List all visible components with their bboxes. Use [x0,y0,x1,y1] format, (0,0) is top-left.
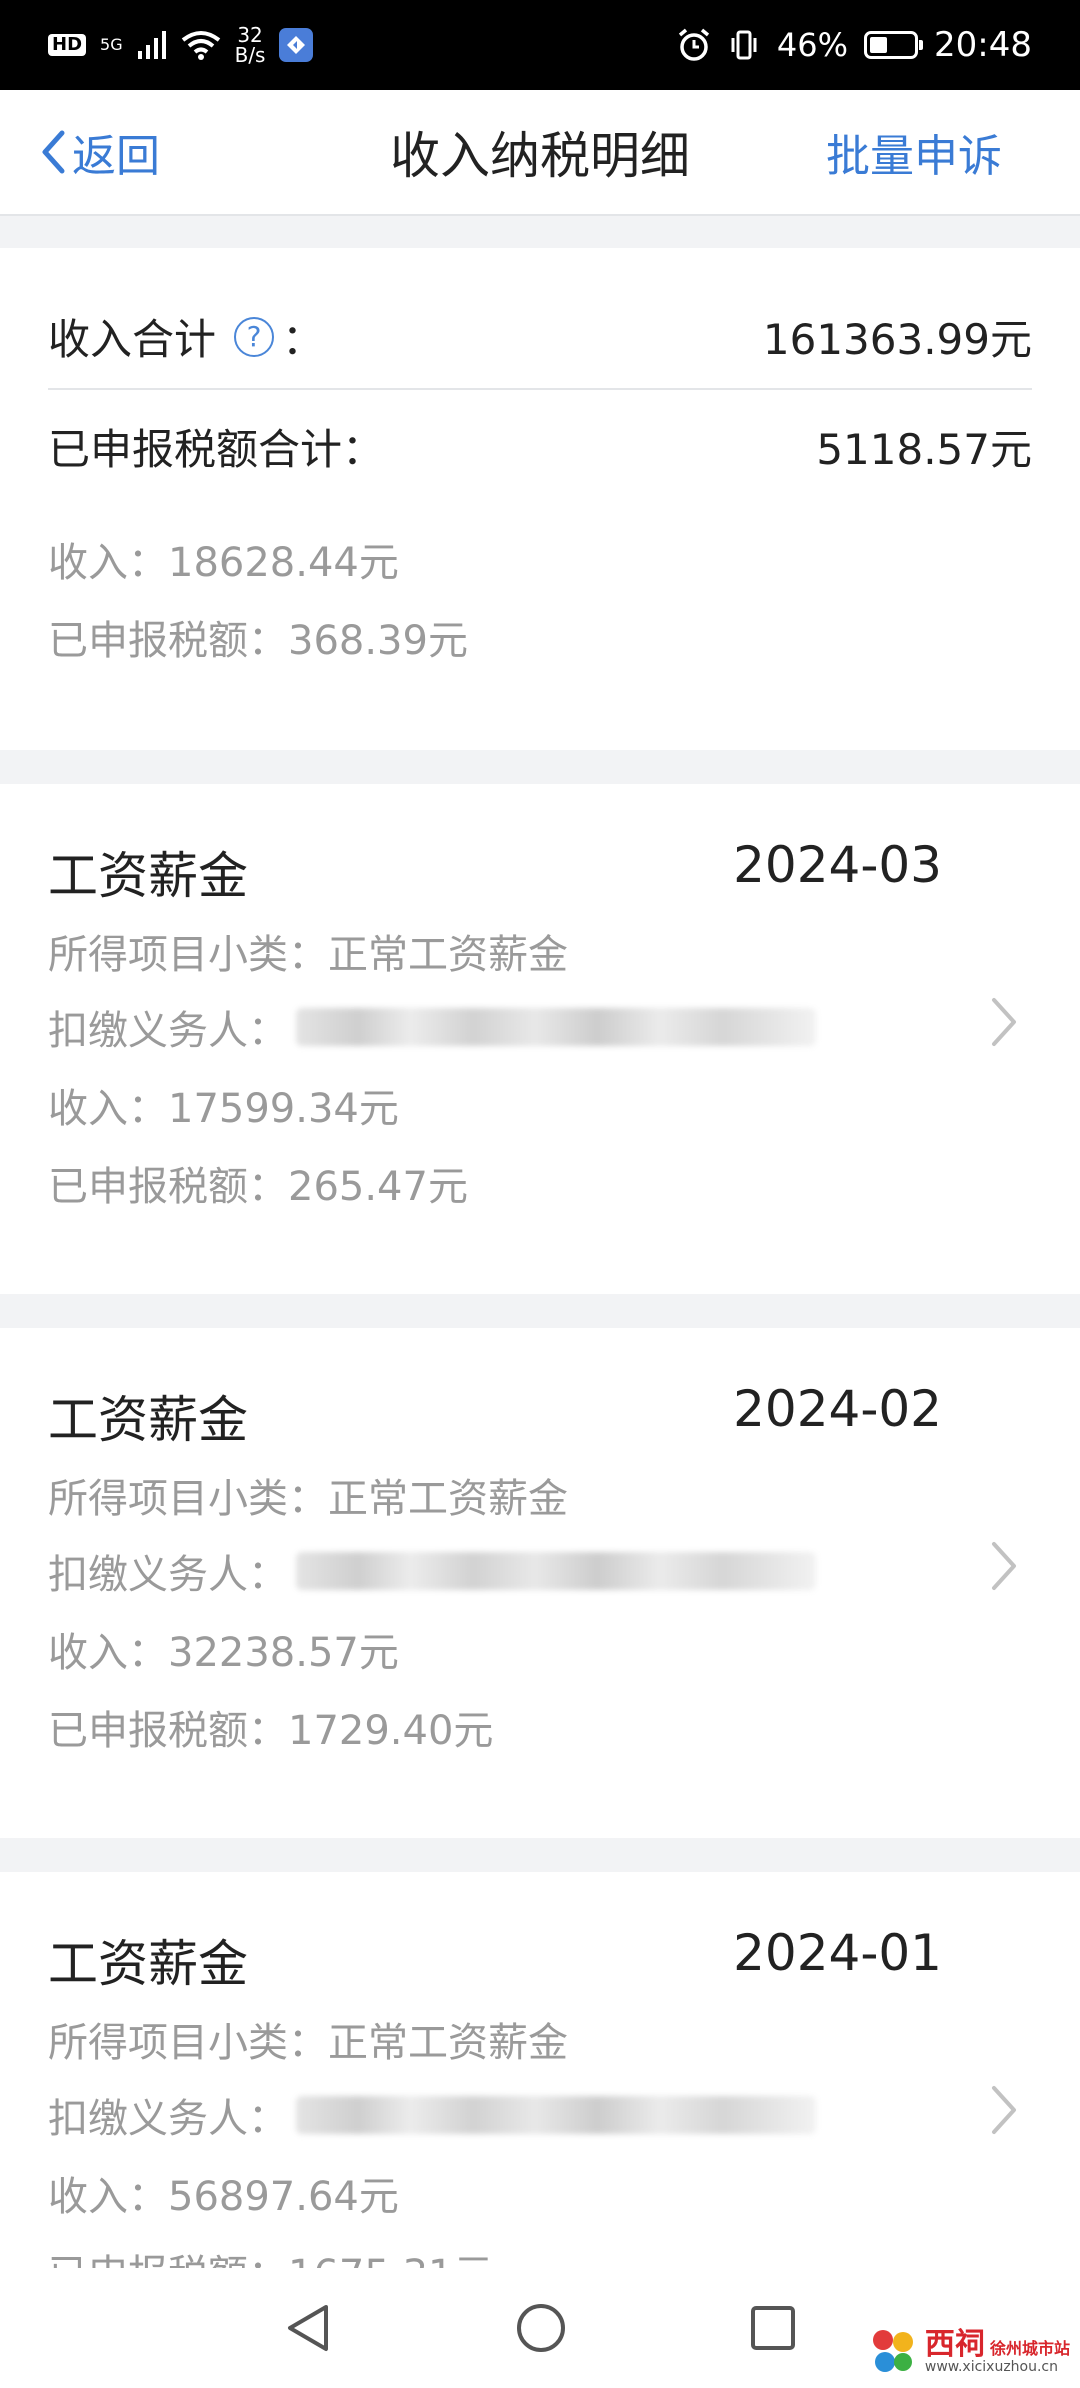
entry-tax: 已申报税额：265.47元 [48,1164,468,1210]
help-icon[interactable]: ? [234,316,275,357]
entry-title: 工资薪金 [48,847,248,905]
status-right: 46% 20:48 [677,25,1032,65]
hd-badge: HD [48,34,87,56]
income-entry[interactable]: 工资薪金 2024-03 所得项目小类：正常工资薪金 扣缴义务人： 收入：175… [0,784,1080,1294]
wifi-icon [181,31,220,60]
speed-unit: B/s [234,43,266,67]
battery-icon [864,31,924,59]
income-total-row: 收入合计 ? ： 161363.99元 [48,306,1032,367]
entry-subcategory: 所得项目小类：正常工资薪金 [48,1476,568,1522]
income-entry[interactable]: 工资薪金 2024-01 所得项目小类：正常工资薪金 扣缴义务人： 收入：568… [0,1872,1080,2298]
withholder-redacted [296,2096,816,2134]
battery-level-fill [870,37,888,53]
status-left: HD 5G 32 B/s [48,25,314,65]
entry-subcategory: 所得项目小类：正常工资薪金 [48,932,568,978]
clock: 20:48 [934,25,1032,65]
signal-icon [137,31,166,59]
entry-title: 工资薪金 [48,1935,248,1993]
summary-tax-line: 已申报税额：368.39元 [48,618,468,664]
summary-divider [48,388,1032,390]
tax-total-row: 已申报税额合计： 5118.57元 [48,416,1032,477]
entry-date: 2024-02 [733,1380,942,1438]
home-circle-icon[interactable] [514,2301,568,2355]
chevron-left-icon [42,130,65,174]
entry-withholder: 扣缴义务人： [48,2086,816,2144]
entry-date: 2024-01 [733,1924,942,1982]
recents-square-icon[interactable] [748,2303,798,2353]
summary-card: 收入合计 ? ： 161363.99元 已申报税额合计： 5118.57元 收入… [0,248,1080,750]
entry-income: 收入：32238.57元 [48,1630,399,1676]
chevron-right-icon [992,998,1016,1046]
entry-withholder: 扣缴义务人： [48,998,816,1056]
chevron-right-icon [992,2086,1016,2134]
withholder-label: 扣缴义务人： [48,2096,288,2142]
batch-appeal-button[interactable]: 批量申诉 [826,90,1002,214]
watermark-logo-icon [872,2330,913,2372]
withholder-redacted [296,1008,816,1046]
income-total-value: 161363.99元 [762,315,1032,364]
tax-total-value: 5118.57元 [816,425,1032,474]
entry-withholder: 扣缴义务人： [48,1542,816,1600]
back-triangle-icon[interactable] [282,2301,334,2355]
watermark-city: 徐州城市站 [989,2339,1070,2358]
entry-title: 工资薪金 [48,1391,248,1449]
network-type: 5G [100,35,123,54]
battery-percent: 46% [776,26,849,64]
tax-total-label: 已申报税额合计： [48,425,385,474]
summary-income-line: 收入：18628.44元 [48,540,399,586]
watermark-text: 西祠 徐州城市站 www.xicixuzhou.cn [924,2330,1070,2375]
income-entry[interactable]: 工资薪金 2024-02 所得项目小类：正常工资薪金 扣缴义务人： 收入：322… [0,1328,1080,1838]
income-total-colon: ： [282,315,325,364]
watermark-line: 西祠 徐州城市站 [925,2330,1070,2360]
withholder-redacted [296,1552,816,1590]
entry-subcategory: 所得项目小类：正常工资薪金 [48,2020,568,2066]
alarm-icon [678,28,710,61]
back-button[interactable]: 返回 [40,90,160,214]
income-total-label: 收入合计 [48,315,217,364]
entry-income: 收入：17599.34元 [48,1086,399,1132]
status-bar: HD 5G 32 B/s 46% 20:48 [0,0,1080,90]
entry-income: 收入：56897.64元 [48,2174,399,2220]
watermark-name: 西祠 [924,2327,985,2362]
watermark: 西祠 徐州城市站 www.xicixuzhou.cn [867,2326,1070,2378]
network-speed: 32 B/s [235,25,266,65]
back-label: 返回 [72,131,160,182]
withholder-label: 扣缴义务人： [48,1008,288,1054]
speed-value: 32 [237,23,263,47]
entry-date: 2024-03 [733,836,942,894]
withholder-label: 扣缴义务人： [48,1552,288,1598]
entry-tax: 已申报税额：1729.40元 [48,1708,494,1754]
vibrate-icon [731,30,757,60]
watermark-url: www.xicixuzhou.cn [924,2359,1059,2375]
chevron-right-icon [992,1542,1016,1590]
nav-bar: 返回 收入纳税明细 批量申诉 [0,90,1080,216]
app-notification-icon [279,28,314,62]
